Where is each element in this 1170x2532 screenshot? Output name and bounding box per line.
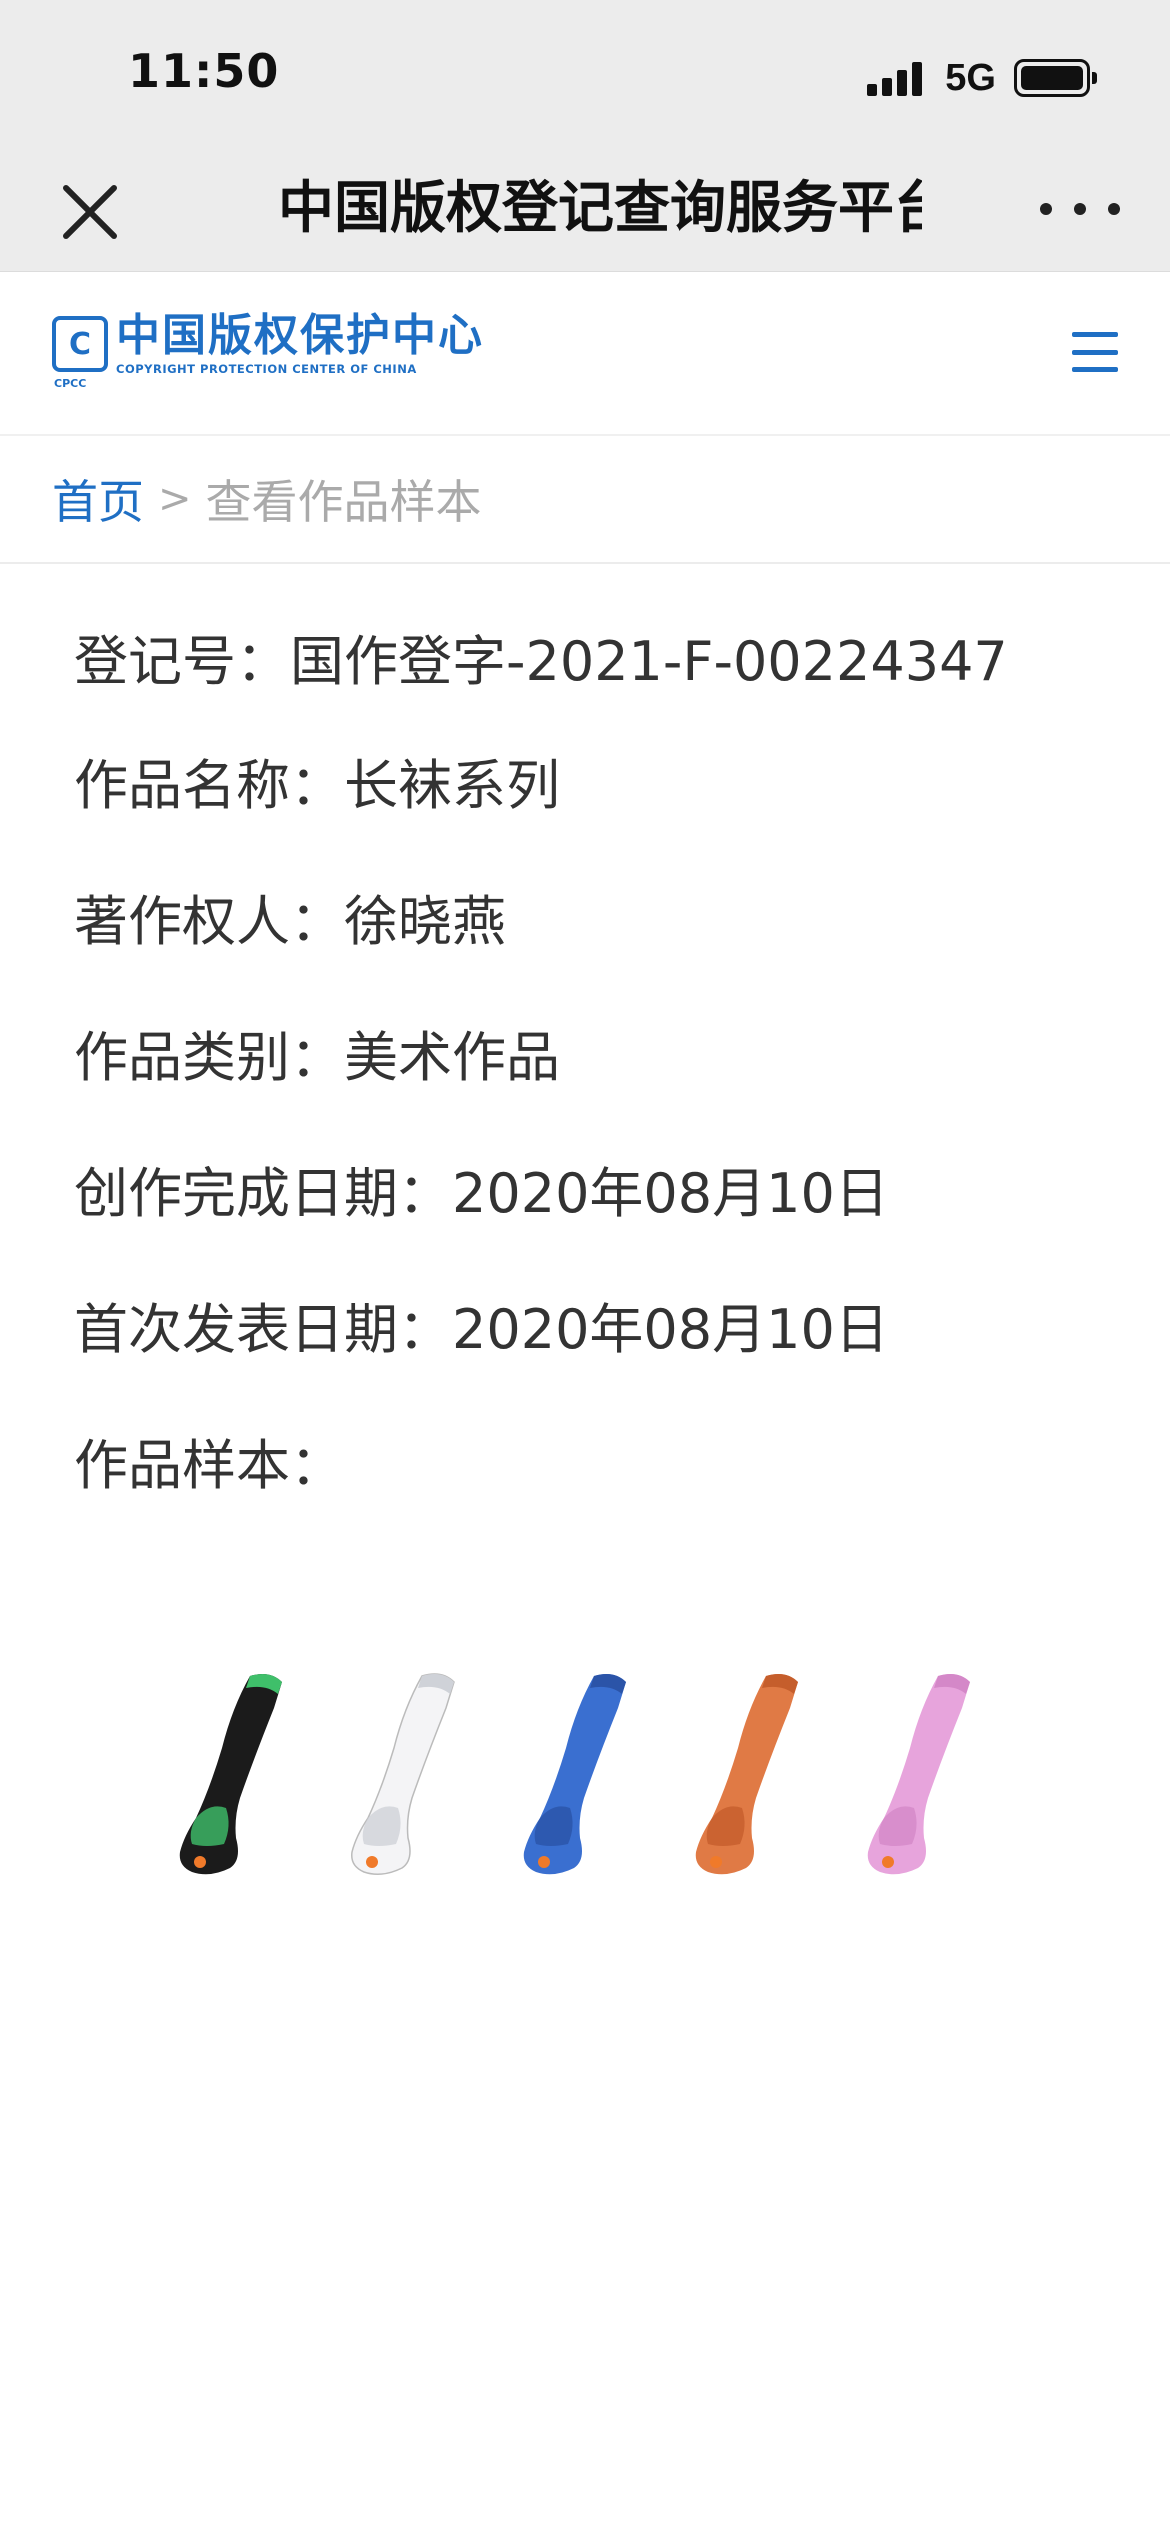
creation-date: 创作完成日期：2020年08月10日 [74,1162,889,1225]
nav-title: 中国版权登记查询服务平台 [278,176,922,241]
orange-sock [695,1674,798,1875]
record-details: 登记号：国作登字-2021-F-00224347 作品名称：长袜系列 著作权人：… [74,620,1104,1560]
logo-english-name: COPYRIGHT PROTECTION CENTER OF CHINA [116,362,417,376]
work-sample-image[interactable] [170,1668,1010,1898]
breadcrumb-home-link[interactable]: 首页 [52,466,144,532]
menu-button[interactable] [1072,332,1118,372]
white-sock [351,1673,455,1875]
work-category: 作品类别：美术作品 [74,1026,560,1089]
more-dot-icon [1108,203,1120,215]
breadcrumb: 首页 > 查看作品样本 [0,436,1170,564]
copyright-logo-icon: C CPCC [52,316,108,390]
close-button[interactable] [52,174,132,254]
breadcrumb-current: 查看作品样本 [205,475,482,529]
more-button[interactable] [1040,184,1120,234]
signal-icon [867,60,927,96]
sample-label: 作品样本： [74,1434,344,1497]
publication-date: 首次发表日期：2020年08月10日 [74,1298,889,1361]
breadcrumb-separator: > [158,476,192,522]
wechat-nav-bar: 中国版权登记查询服务平台 [0,150,1170,272]
status-indicators: 5G [867,56,1097,100]
network-type: 5G [945,56,996,99]
site-logo[interactable]: C CPCC 中国版权保护中心 COPYRIGHT PROTECTION CEN… [52,310,484,390]
blue-sock [523,1674,626,1875]
copyright-owner: 著作权人：徐晓燕 [74,890,506,953]
work-name: 作品名称：长袜系列 [74,754,560,817]
battery-icon [1014,59,1097,97]
close-icon [63,185,117,239]
status-time: 11:50 [128,44,280,98]
site-header: C CPCC 中国版权保护中心 COPYRIGHT PROTECTION CEN… [0,272,1170,436]
black-sock [179,1674,282,1875]
logo-chinese-name: 中国版权保护中心 [116,310,484,361]
more-dot-icon [1040,203,1052,215]
hamburger-icon [1072,332,1118,337]
status-bar: 11:50 5G [0,0,1170,150]
registration-number: 登记号：国作登字-2021-F-00224347 [74,630,1008,693]
more-dot-icon [1074,203,1086,215]
pink-sock [867,1674,970,1875]
